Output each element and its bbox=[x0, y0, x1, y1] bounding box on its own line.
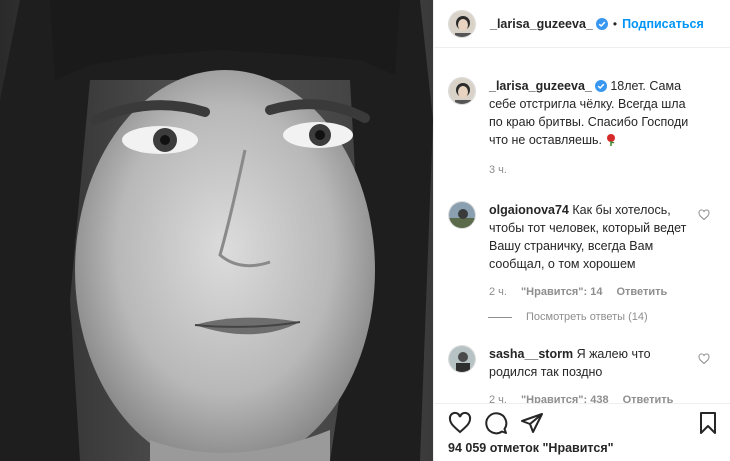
likes-count[interactable]: 94 059 отметок "Нравится" bbox=[448, 441, 614, 455]
view-replies[interactable]: Посмотреть ответы (14) bbox=[488, 311, 730, 323]
comment-time[interactable]: 2 ч. bbox=[489, 283, 507, 301]
replies-divider bbox=[488, 316, 512, 318]
view-replies-label[interactable]: Посмотреть ответы (14) bbox=[526, 311, 648, 323]
commenter-avatar[interactable] bbox=[448, 201, 476, 229]
caption-avatar[interactable] bbox=[448, 77, 476, 105]
commenter-avatar[interactable] bbox=[448, 345, 476, 373]
caption-time[interactable]: 3 ч. bbox=[489, 161, 507, 179]
separator-dot: • bbox=[612, 16, 618, 31]
post-photo[interactable] bbox=[0, 0, 433, 461]
post-actions-bar bbox=[434, 403, 730, 441]
bookmark-icon[interactable] bbox=[696, 411, 720, 435]
author-avatar[interactable] bbox=[448, 9, 476, 38]
comment-item: olgaionova74 Как бы хотелось, чтобы тот … bbox=[434, 201, 730, 301]
portrait-image bbox=[0, 0, 433, 461]
comment-body: olgaionova74 Как бы хотелось, чтобы тот … bbox=[489, 201, 720, 301]
follow-button[interactable]: Подписаться bbox=[622, 17, 704, 31]
caption-body: _larisa_guzeeva_ 18лет. Сама себе отстри… bbox=[489, 77, 720, 179]
caption-username[interactable]: _larisa_guzeeva_ bbox=[489, 79, 592, 93]
author-username[interactable]: _larisa_guzeeva_ bbox=[490, 17, 593, 31]
heart-icon[interactable] bbox=[448, 411, 472, 435]
post-header: _larisa_guzeeva_ • Подписаться bbox=[434, 0, 730, 48]
caption: _larisa_guzeeva_ 18лет. Сама себе отстри… bbox=[434, 77, 730, 179]
comment-item: sasha__storm Я жалею что родился так поз… bbox=[434, 345, 730, 403]
comment-username[interactable]: olgaionova74 bbox=[489, 203, 569, 217]
comment-time[interactable]: 2 ч. bbox=[489, 391, 507, 403]
comment-likes[interactable]: "Нравится": 438 bbox=[521, 391, 609, 403]
reply-button[interactable]: Ответить bbox=[616, 283, 667, 301]
caption-meta: 3 ч. bbox=[489, 161, 700, 179]
verified-badge-icon bbox=[595, 17, 608, 30]
reply-button[interactable]: Ответить bbox=[623, 391, 674, 403]
comment-like-heart-icon[interactable] bbox=[698, 209, 710, 221]
verified-badge-icon bbox=[594, 79, 607, 92]
comment-body: sasha__storm Я жалею что родился так поз… bbox=[489, 345, 720, 403]
comment-meta: 2 ч. "Нравится": 438 Ответить bbox=[489, 391, 698, 403]
rose-emoji-icon bbox=[605, 133, 617, 146]
comment-bubble-icon[interactable] bbox=[484, 411, 508, 435]
comment-username[interactable]: sasha__storm bbox=[489, 347, 573, 361]
paper-plane-icon[interactable] bbox=[520, 411, 544, 435]
comment-like-heart-icon[interactable] bbox=[698, 353, 710, 365]
post-side-panel: _larisa_guzeeva_ • Подписаться _larisa_g… bbox=[433, 0, 730, 461]
comments-list[interactable]: _larisa_guzeeva_ 18лет. Сама себе отстри… bbox=[434, 49, 730, 403]
comment-meta: 2 ч. "Нравится": 14 Ответить bbox=[489, 283, 698, 301]
instagram-post: _larisa_guzeeva_ • Подписаться _larisa_g… bbox=[0, 0, 730, 461]
comment-likes[interactable]: "Нравится": 14 bbox=[521, 283, 602, 301]
